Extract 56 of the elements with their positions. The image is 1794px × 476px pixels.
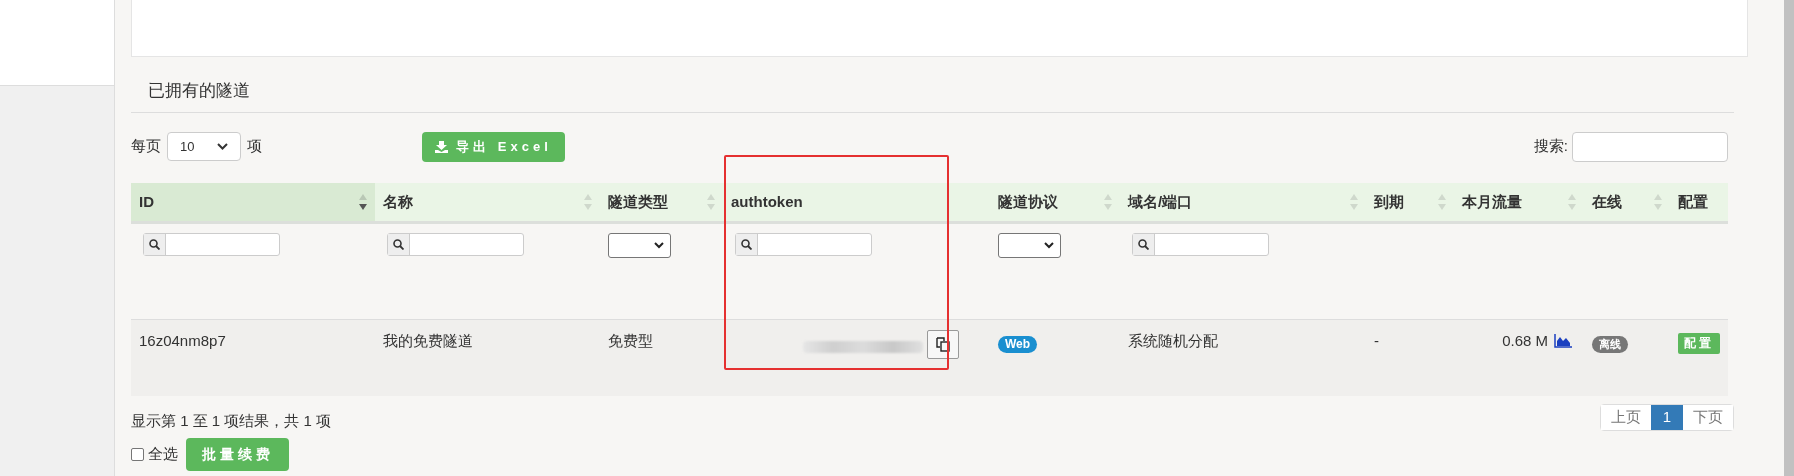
sort-icon [584, 193, 592, 210]
search-icon [1138, 239, 1149, 250]
column-header[interactable]: 名称 [375, 182, 600, 223]
column-header: 配置 [1670, 182, 1728, 223]
page-size-label: 项 [247, 136, 262, 157]
copy-button[interactable] [927, 330, 959, 359]
filter-select[interactable] [608, 233, 671, 258]
download-icon [435, 140, 449, 153]
column-header[interactable]: 隧道协议 [990, 182, 1120, 223]
tunnel-name: 我的免费隧道 [383, 332, 473, 349]
sort-descending-icon [359, 193, 367, 210]
summary-text: 显示第 1 至 1 项结果，共 1 项 [131, 410, 332, 431]
pagination-button[interactable]: 上页 [1600, 404, 1651, 430]
column-header[interactable]: 在线 [1584, 182, 1670, 223]
search-icon [741, 239, 752, 250]
sort-icon [1568, 193, 1576, 210]
sort-icon [707, 193, 715, 210]
search-icon [149, 239, 160, 250]
tunnel-type: 免费型 [608, 332, 653, 349]
chevron-down-icon [1044, 242, 1054, 249]
column-header[interactable]: ID [131, 182, 375, 223]
section-title: 已拥有的隧道 [148, 81, 250, 100]
search-label: 搜索: [1533, 136, 1568, 157]
column-header[interactable]: 本月流量 [1454, 182, 1584, 223]
copy-icon [936, 337, 950, 352]
select-all-checkbox[interactable] [131, 448, 144, 461]
select-all-label: 全选 [148, 444, 178, 465]
column-header: authtoken [723, 182, 990, 223]
page-size-select[interactable]: 10 [167, 132, 241, 161]
filter-select[interactable] [998, 233, 1061, 258]
protocol-badge: Web [998, 336, 1038, 353]
filter-field[interactable] [387, 233, 524, 256]
search-field[interactable] [1572, 131, 1728, 162]
column-header[interactable]: 隧道类型 [600, 182, 723, 223]
pagination-button[interactable]: 1 [1650, 404, 1683, 430]
filter-field[interactable] [143, 233, 280, 256]
traffic-text: 0.68 M [1502, 331, 1548, 351]
chevron-down-icon [654, 242, 664, 249]
tunnel-id: 16z04nm8p7 [139, 332, 226, 349]
filter-field[interactable] [1132, 233, 1269, 256]
sort-icon [1104, 193, 1112, 210]
column-header[interactable]: 到期 [1366, 182, 1454, 223]
sort-icon [1654, 193, 1662, 210]
filter-field[interactable] [735, 233, 872, 256]
column-header[interactable]: 域名/端口 [1120, 182, 1366, 223]
status-badge: 离线 [1592, 336, 1628, 353]
area-chart-icon[interactable] [1554, 334, 1572, 349]
chevron-down-icon [217, 142, 228, 151]
scrollbar[interactable] [1784, 0, 1794, 476]
sort-icon [1438, 193, 1446, 210]
expiry-text: - [1374, 332, 1379, 349]
pagination-button[interactable]: 下页 [1683, 404, 1733, 430]
page-size-label: 每页 [131, 136, 161, 157]
domain-text: 系统随机分配 [1128, 332, 1218, 349]
search-icon [393, 239, 404, 250]
sort-icon [1350, 193, 1358, 210]
